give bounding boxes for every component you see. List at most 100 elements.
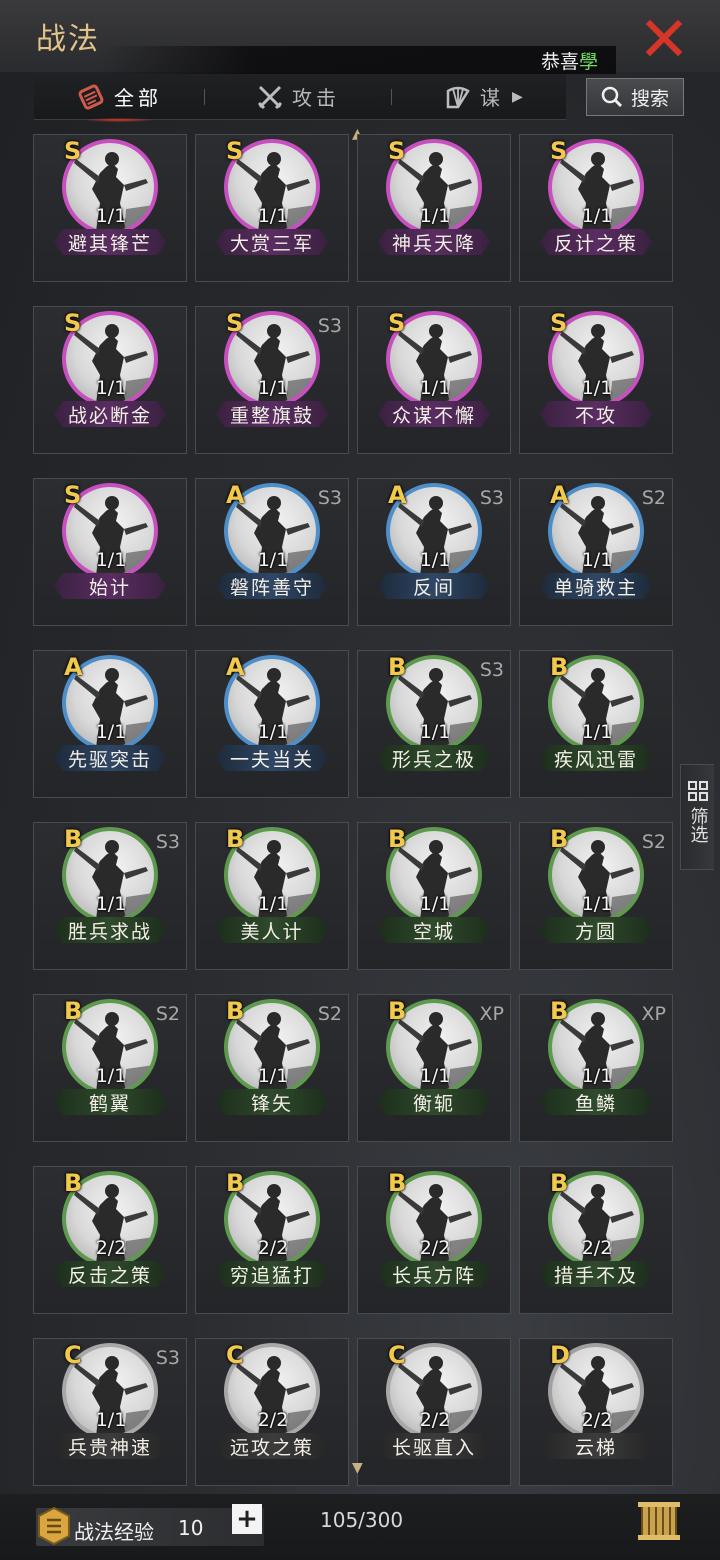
tactic-card[interactable]: B S3 1/1 胜兵求战 [33, 822, 187, 970]
tactic-card[interactable]: B 2/2 措手不及 [519, 1166, 673, 1314]
fan-icon [446, 86, 470, 108]
grade-badge: A [64, 653, 83, 681]
tactic-card[interactable]: A S2 1/1 单骑救主 [519, 478, 673, 626]
close-icon [645, 19, 683, 57]
close-button[interactable] [640, 14, 688, 62]
tactic-card[interactable]: B 2/2 穷追猛打 [195, 1166, 349, 1314]
tactic-count: 1/1 [95, 377, 127, 399]
tab-strategy[interactable]: 谋 ▶ [392, 74, 542, 120]
tactic-card[interactable]: C S3 1/1 兵贵神速 [33, 1338, 187, 1486]
grade-badge: A [226, 481, 245, 509]
scroll-down-icon: ▼ [352, 1460, 363, 1476]
tab-bar: 全部 攻击 谋 ▶ [34, 74, 566, 122]
tactic-name: 云梯 [540, 1433, 652, 1459]
tactic-name: 重整旗鼓 [216, 401, 328, 427]
tactic-count: 2/2 [419, 1237, 451, 1259]
tactic-card[interactable]: B XP 1/1 衡轭 [357, 994, 511, 1142]
tactic-card[interactable]: B S2 1/1 方圆 [519, 822, 673, 970]
tactic-count: 1/1 [581, 721, 613, 743]
filter-label: 筛选 [687, 807, 709, 843]
tactic-card[interactable]: A 1/1 先驱突击 [33, 650, 187, 798]
bamboo-scroll-icon [638, 1502, 680, 1540]
tactic-count: 1/1 [95, 1409, 127, 1431]
tab-all[interactable]: 全部 [34, 74, 204, 122]
tactic-card[interactable]: S 1/1 不攻 [519, 306, 673, 454]
tactic-card[interactable]: C 2/2 远攻之策 [195, 1338, 349, 1486]
tactic-name: 兵贵神速 [54, 1433, 166, 1459]
grade-badge: B [388, 1169, 407, 1197]
tactic-name: 远攻之策 [216, 1433, 328, 1459]
grade-badge: S [64, 137, 82, 165]
tactic-card[interactable]: S 1/1 战必断金 [33, 306, 187, 454]
tactic-card[interactable]: B 2/2 反击之策 [33, 1166, 187, 1314]
tactic-card[interactable]: A S3 1/1 磐阵善守 [195, 478, 349, 626]
tactic-card[interactable]: S S3 1/1 重整旗鼓 [195, 306, 349, 454]
tactic-count: 1/1 [581, 893, 613, 915]
tactic-count: 1/1 [95, 205, 127, 227]
tactic-card[interactable]: S 1/1 反计之策 [519, 134, 673, 282]
season-tag: S3 [479, 487, 504, 509]
tactic-card[interactable]: B 1/1 疾风迅雷 [519, 650, 673, 798]
tactic-card[interactable]: S 1/1 神兵天降 [357, 134, 511, 282]
tactic-card[interactable]: B S2 1/1 鹤翼 [33, 994, 187, 1142]
tactic-card[interactable]: B S2 1/1 锋矢 [195, 994, 349, 1142]
tactic-card[interactable]: B XP 1/1 鱼鳞 [519, 994, 673, 1142]
tactic-card[interactable]: A 1/1 一夫当关 [195, 650, 349, 798]
scroll-right-icon[interactable]: ▶ [512, 89, 523, 105]
scroll-button[interactable] [636, 1498, 682, 1544]
tactic-name: 众谋不懈 [378, 401, 490, 427]
tactic-card[interactable]: B 1/1 美人计 [195, 822, 349, 970]
tab-all-label: 全部 [114, 86, 162, 110]
tactic-count: 1/1 [419, 893, 451, 915]
grade-badge: B [388, 653, 407, 681]
grade-badge: S [388, 309, 406, 337]
filter-button[interactable]: 筛选 [680, 764, 714, 870]
grade-badge: S [226, 309, 244, 337]
tab-attack[interactable]: 攻击 [205, 74, 391, 120]
tactic-count: 1/1 [95, 893, 127, 915]
tactic-card[interactable]: A S3 1/1 反间 [357, 478, 511, 626]
tactic-name: 鹤翼 [54, 1089, 166, 1115]
tactic-name: 大赏三军 [216, 229, 328, 255]
grade-badge: B [388, 825, 407, 853]
tactic-name: 反击之策 [54, 1261, 166, 1287]
tactic-card[interactable]: S 1/1 避其锋芒 [33, 134, 187, 282]
tactic-name: 疾风迅雷 [540, 745, 652, 771]
grade-badge: B [550, 653, 569, 681]
tactic-name: 磐阵善守 [216, 573, 328, 599]
tactic-name: 不攻 [540, 401, 652, 427]
notice-highlight: 學 [578, 50, 598, 73]
tactic-name: 空城 [378, 917, 490, 943]
exp-label: 战法经验 [74, 1520, 154, 1544]
tactic-count: 1/1 [95, 1065, 127, 1087]
tactic-count: 2/2 [581, 1409, 613, 1431]
tactic-count: 2/2 [95, 1237, 127, 1259]
season-tag: XP [479, 1003, 504, 1025]
tactic-card[interactable]: S 1/1 始计 [33, 478, 187, 626]
tactic-name: 先驱突击 [54, 745, 166, 771]
tactic-card[interactable]: B 1/1 空城 [357, 822, 511, 970]
search-button[interactable]: 搜索 [586, 78, 684, 116]
tactic-card[interactable]: C 2/2 长驱直入 [357, 1338, 511, 1486]
season-tag: S3 [479, 659, 504, 681]
tactic-count: 1/1 [95, 721, 127, 743]
tactic-card[interactable]: B S3 1/1 形兵之极 [357, 650, 511, 798]
tactic-card[interactable]: S 1/1 大赏三军 [195, 134, 349, 282]
grade-badge: B [64, 1169, 83, 1197]
grade-badge: A [550, 481, 569, 509]
tactic-card[interactable]: B 2/2 长兵方阵 [357, 1166, 511, 1314]
grade-badge: B [226, 825, 245, 853]
tactic-name: 长驱直入 [378, 1433, 490, 1459]
capacity-count: 105/300 [320, 1508, 404, 1532]
tactic-card[interactable]: S 1/1 众谋不懈 [357, 306, 511, 454]
grade-badge: B [550, 1169, 569, 1197]
crossed-swords-icon [257, 85, 283, 109]
grade-badge: D [550, 1341, 570, 1369]
tactic-card[interactable]: D 2/2 云梯 [519, 1338, 673, 1486]
grade-badge: B [64, 997, 83, 1025]
tactic-name: 胜兵求战 [54, 917, 166, 943]
exp-value: 10 [178, 1516, 204, 1540]
tactic-name: 单骑救主 [540, 573, 652, 599]
search-icon [601, 86, 623, 108]
add-exp-button[interactable]: + [232, 1504, 262, 1534]
